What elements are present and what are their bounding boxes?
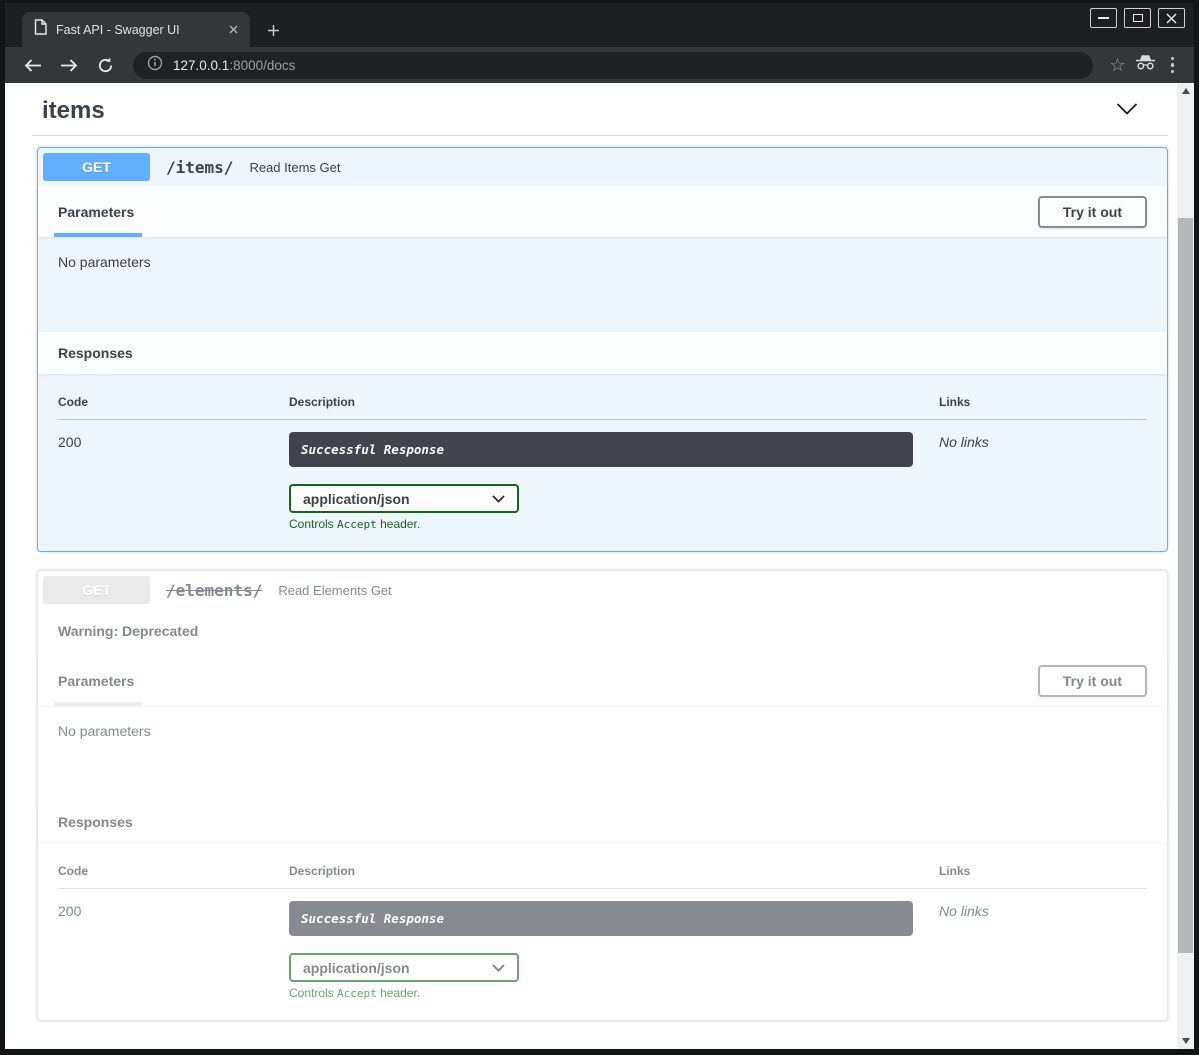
responses-header: Responses — [38, 332, 1167, 374]
page-favicon-icon — [34, 19, 47, 40]
operation-path: /items/ — [160, 158, 239, 177]
tab-parameters[interactable]: Parameters — [58, 204, 134, 220]
column-header-description: Description — [289, 391, 939, 420]
response-code: 200 — [58, 420, 289, 531]
media-type-select[interactable]: application/json — [289, 484, 519, 513]
operation-get-elements-deprecated: GET /elements/ Read Elements Get Warning… — [37, 570, 1168, 1021]
response-code: 200 — [58, 889, 289, 1000]
media-type-value: application/json — [303, 491, 410, 507]
url-bar[interactable]: 127.0.0.1:8000/docs — [133, 52, 1093, 79]
parameters-header: Parameters Try it out — [38, 655, 1167, 706]
menu-dots-icon[interactable] — [1165, 57, 1181, 74]
back-icon[interactable] — [19, 51, 47, 79]
no-links-text: No links — [939, 420, 1147, 531]
page-content: items GET /items/ Read Items Get — [5, 83, 1194, 1049]
no-parameters-text: No parameters — [38, 706, 1167, 801]
tab-title: Fast API - Swagger UI — [56, 23, 215, 37]
response-description: Successful Response — [289, 432, 913, 467]
window-controls — [1090, 8, 1185, 28]
response-description-cell: Successful Response application/json Con… — [289, 420, 939, 531]
site-info-icon[interactable] — [147, 55, 163, 76]
browser-toolbar: 127.0.0.1:8000/docs ☆ — [5, 47, 1194, 83]
try-it-out-button[interactable]: Try it out — [1038, 665, 1147, 697]
active-tab-indicator — [54, 702, 142, 706]
response-description: Successful Response — [289, 901, 913, 936]
url-text: 127.0.0.1:8000/docs — [173, 58, 295, 73]
column-header-code: Code — [58, 860, 289, 889]
column-header-code: Code — [58, 391, 289, 420]
active-tab-indicator — [54, 233, 142, 237]
url-host: 127.0.0.1 — [173, 58, 229, 73]
responses-heading: Responses — [58, 814, 133, 830]
operation-path: /elements/ — [160, 581, 268, 600]
minimize-icon[interactable] — [1090, 8, 1117, 28]
chevron-down-icon — [492, 964, 505, 972]
responses-table: Code Description Links 200 Successful Re… — [58, 391, 1147, 531]
responses-body: Code Description Links 200 Successful Re… — [38, 374, 1167, 551]
responses-header: Responses — [38, 801, 1167, 843]
tab-close-icon[interactable] — [224, 21, 242, 39]
tab-bar: Fast API - Swagger UI — [5, 3, 1194, 47]
no-links-text: No links — [939, 889, 1147, 1000]
responses-body: Code Description Links 200 Successful Re… — [38, 843, 1167, 1020]
window-frame: Fast API - Swagger UI — [0, 0, 1199, 1055]
url-path: :8000/docs — [229, 58, 295, 73]
no-parameters-text: No parameters — [38, 237, 1167, 332]
chevron-down-icon[interactable] — [1116, 102, 1138, 120]
responses-table: Code Description Links 200 Successful Re… — [58, 860, 1147, 1000]
column-header-links: Links — [939, 391, 1147, 420]
responses-heading: Responses — [58, 345, 133, 361]
media-type-value: application/json — [303, 960, 410, 976]
forward-icon[interactable] — [55, 51, 83, 79]
bookmark-star-icon[interactable]: ☆ — [1109, 56, 1125, 74]
method-badge: GET — [43, 576, 150, 604]
parameters-header: Parameters Try it out — [38, 186, 1167, 237]
operation-get-items: GET /items/ Read Items Get Parameters Tr… — [37, 147, 1168, 552]
tag-title: items — [42, 97, 105, 125]
try-it-out-button[interactable]: Try it out — [1038, 196, 1147, 228]
scroll-down-icon[interactable] — [1177, 1033, 1194, 1049]
reload-icon[interactable] — [91, 51, 119, 79]
scroll-up-icon[interactable] — [1177, 83, 1194, 99]
operation-description: Read Elements Get — [278, 583, 391, 598]
operation-summary[interactable]: GET /elements/ Read Elements Get — [38, 571, 1167, 609]
response-description-cell: Successful Response application/json Con… — [289, 889, 939, 1000]
media-type-select[interactable]: application/json — [289, 953, 519, 982]
incognito-icon — [1134, 54, 1157, 76]
tab-parameters[interactable]: Parameters — [58, 673, 134, 689]
operation-description: Read Items Get — [249, 160, 340, 175]
column-header-links: Links — [939, 860, 1147, 889]
browser-tab[interactable]: Fast API - Swagger UI — [22, 12, 250, 47]
scrollbar-thumb[interactable] — [1178, 218, 1193, 953]
controls-accept-note: Controls Accept header. — [289, 986, 913, 1000]
tag-section-header[interactable]: items — [32, 89, 1168, 136]
close-icon[interactable] — [1158, 8, 1185, 28]
chevron-down-icon — [492, 495, 505, 503]
column-header-description: Description — [289, 860, 939, 889]
maximize-icon[interactable] — [1124, 8, 1151, 28]
swagger-page: items GET /items/ Read Items Get — [5, 83, 1177, 1049]
new-tab-icon[interactable] — [260, 17, 286, 43]
controls-accept-note: Controls Accept header. — [289, 517, 913, 531]
method-badge: GET — [43, 153, 150, 181]
deprecation-warning: Warning: Deprecated — [38, 609, 1167, 655]
vertical-scrollbar[interactable] — [1177, 83, 1194, 1049]
operation-summary[interactable]: GET /items/ Read Items Get — [38, 148, 1167, 186]
browser-window: Fast API - Swagger UI — [5, 3, 1194, 1049]
